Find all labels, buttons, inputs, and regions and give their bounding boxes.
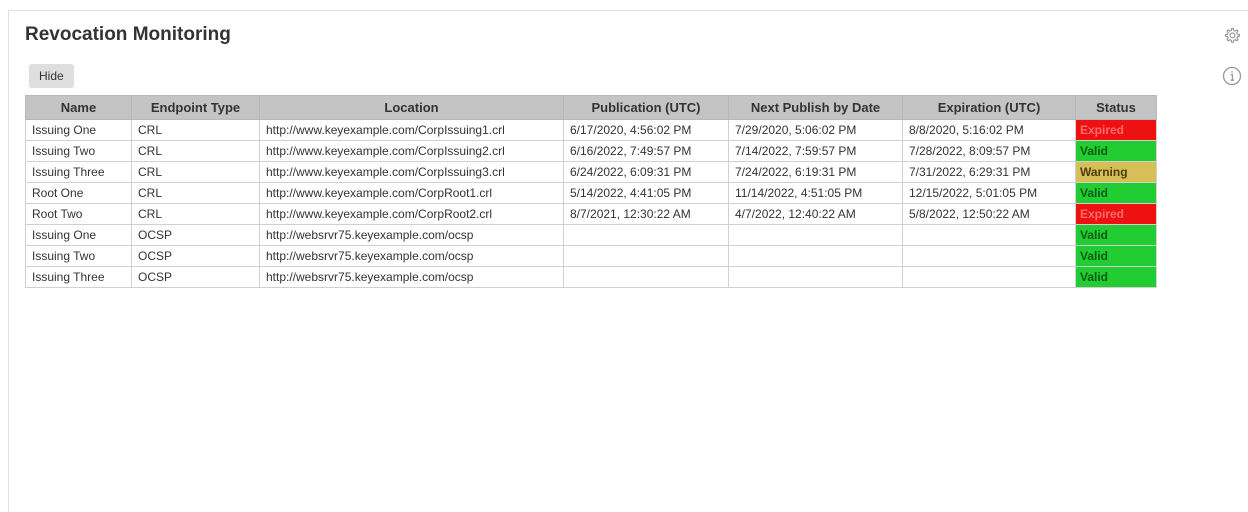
cell-endpoint-type: OCSP <box>131 266 260 288</box>
cell-expiration <box>902 266 1076 288</box>
cell-expiration: 7/28/2022, 8:09:57 PM <box>902 140 1076 162</box>
cell-name: Issuing Two <box>25 245 132 267</box>
column-header-status[interactable]: Status <box>1075 95 1157 120</box>
cell-publication <box>563 224 729 246</box>
status-badge: Expired <box>1075 203 1157 225</box>
column-header-endpoint-type[interactable]: Endpoint Type <box>131 95 260 120</box>
table-row[interactable]: Issuing Two CRL http://www.keyexample.com/… <box>25 140 1157 162</box>
cell-publication <box>563 245 729 267</box>
cell-location: http://www.keyexample.com/CorpRoot2.crl <box>259 203 564 225</box>
table-header-row: Name Endpoint Type Location Publication … <box>25 95 1157 120</box>
status-badge: Valid <box>1075 182 1157 204</box>
table-row[interactable]: Root One CRL http://www.keyexample.com/Cor… <box>25 182 1157 204</box>
cell-next-publish: 7/24/2022, 6:19:31 PM <box>728 161 903 183</box>
cell-publication: 8/7/2021, 12:30:22 AM <box>563 203 729 225</box>
status-badge: Expired <box>1075 119 1157 141</box>
cell-next-publish: 4/7/2022, 12:40:22 AM <box>728 203 903 225</box>
widget-title: Revocation Monitoring <box>25 24 231 45</box>
cell-expiration: 5/8/2022, 12:50:22 AM <box>902 203 1076 225</box>
cell-publication: 5/14/2022, 4:41:05 PM <box>563 182 729 204</box>
revocation-monitoring-widget: Revocation Monitoring Hide Name Endpoint… <box>8 10 1248 512</box>
cell-endpoint-type: OCSP <box>131 245 260 267</box>
cell-publication <box>563 266 729 288</box>
table-body: Issuing One CRL http://www.keyexample.com/… <box>25 119 1157 288</box>
cell-endpoint-type: CRL <box>131 182 260 204</box>
cell-publication: 6/24/2022, 6:09:31 PM <box>563 161 729 183</box>
cell-endpoint-type: OCSP <box>131 224 260 246</box>
status-badge: Valid <box>1075 140 1157 162</box>
cell-expiration: 7/31/2022, 6:29:31 PM <box>902 161 1076 183</box>
cell-name: Issuing Two <box>25 140 132 162</box>
cell-next-publish <box>728 245 903 267</box>
column-header-location[interactable]: Location <box>259 95 564 120</box>
cell-name: Issuing Three <box>25 161 132 183</box>
revocation-table: Name Endpoint Type Location Publication … <box>25 95 1157 288</box>
info-circle-icon[interactable] <box>1222 66 1242 86</box>
cell-name: Issuing Three <box>25 266 132 288</box>
cell-name: Root Two <box>25 203 132 225</box>
table-row[interactable]: Root Two CRL http://www.keyexample.com/Cor… <box>25 203 1157 225</box>
cell-location: http://www.keyexample.com/CorpIssuing3.c… <box>259 161 564 183</box>
table-row[interactable]: Issuing One OCSP http://websrvr75.keyexamp… <box>25 224 1157 246</box>
table-row[interactable]: Issuing Three CRL http://www.keyexample.co… <box>25 161 1157 183</box>
table-row[interactable]: Issuing Two OCSP http://websrvr75.keyexamp… <box>25 245 1157 267</box>
cell-expiration: 8/8/2020, 5:16:02 PM <box>902 119 1076 141</box>
cell-expiration <box>902 245 1076 267</box>
cell-endpoint-type: CRL <box>131 119 260 141</box>
cell-location: http://websrvr75.keyexample.com/ocsp <box>259 224 564 246</box>
column-header-expiration[interactable]: Expiration (UTC) <box>902 95 1076 120</box>
cell-publication: 6/16/2022, 7:49:57 PM <box>563 140 729 162</box>
cell-location: http://websrvr75.keyexample.com/ocsp <box>259 245 564 267</box>
status-badge: Valid <box>1075 266 1157 288</box>
cell-publication: 6/17/2020, 4:56:02 PM <box>563 119 729 141</box>
cell-endpoint-type: CRL <box>131 203 260 225</box>
cell-next-publish: 11/14/2022, 4:51:05 PM <box>728 182 903 204</box>
status-badge: Valid <box>1075 224 1157 246</box>
cell-location: http://www.keyexample.com/CorpIssuing2.c… <box>259 140 564 162</box>
cell-next-publish: 7/14/2022, 7:59:57 PM <box>728 140 903 162</box>
table-row[interactable]: Issuing One CRL http://www.keyexample.com/… <box>25 119 1157 141</box>
cell-next-publish <box>728 266 903 288</box>
cell-expiration: 12/15/2022, 5:01:05 PM <box>902 182 1076 204</box>
cell-expiration <box>902 224 1076 246</box>
hide-button[interactable]: Hide <box>29 64 74 88</box>
cell-location: http://www.keyexample.com/CorpRoot1.crl <box>259 182 564 204</box>
cell-name: Issuing One <box>25 119 132 141</box>
column-header-next-publish[interactable]: Next Publish by Date <box>728 95 903 120</box>
column-header-name[interactable]: Name <box>25 95 132 120</box>
cell-name: Root One <box>25 182 132 204</box>
cell-location: http://www.keyexample.com/CorpIssuing1.c… <box>259 119 564 141</box>
cell-next-publish <box>728 224 903 246</box>
cell-endpoint-type: CRL <box>131 140 260 162</box>
cell-name: Issuing One <box>25 224 132 246</box>
cell-next-publish: 7/29/2020, 5:06:02 PM <box>728 119 903 141</box>
table-row[interactable]: Issuing Three OCSP http://websrvr75.keyexa… <box>25 266 1157 288</box>
gear-icon[interactable] <box>1222 26 1242 46</box>
cell-endpoint-type: CRL <box>131 161 260 183</box>
cell-location: http://websrvr75.keyexample.com/ocsp <box>259 266 564 288</box>
status-badge: Warning <box>1075 161 1157 183</box>
column-header-publication[interactable]: Publication (UTC) <box>563 95 729 120</box>
status-badge: Valid <box>1075 245 1157 267</box>
